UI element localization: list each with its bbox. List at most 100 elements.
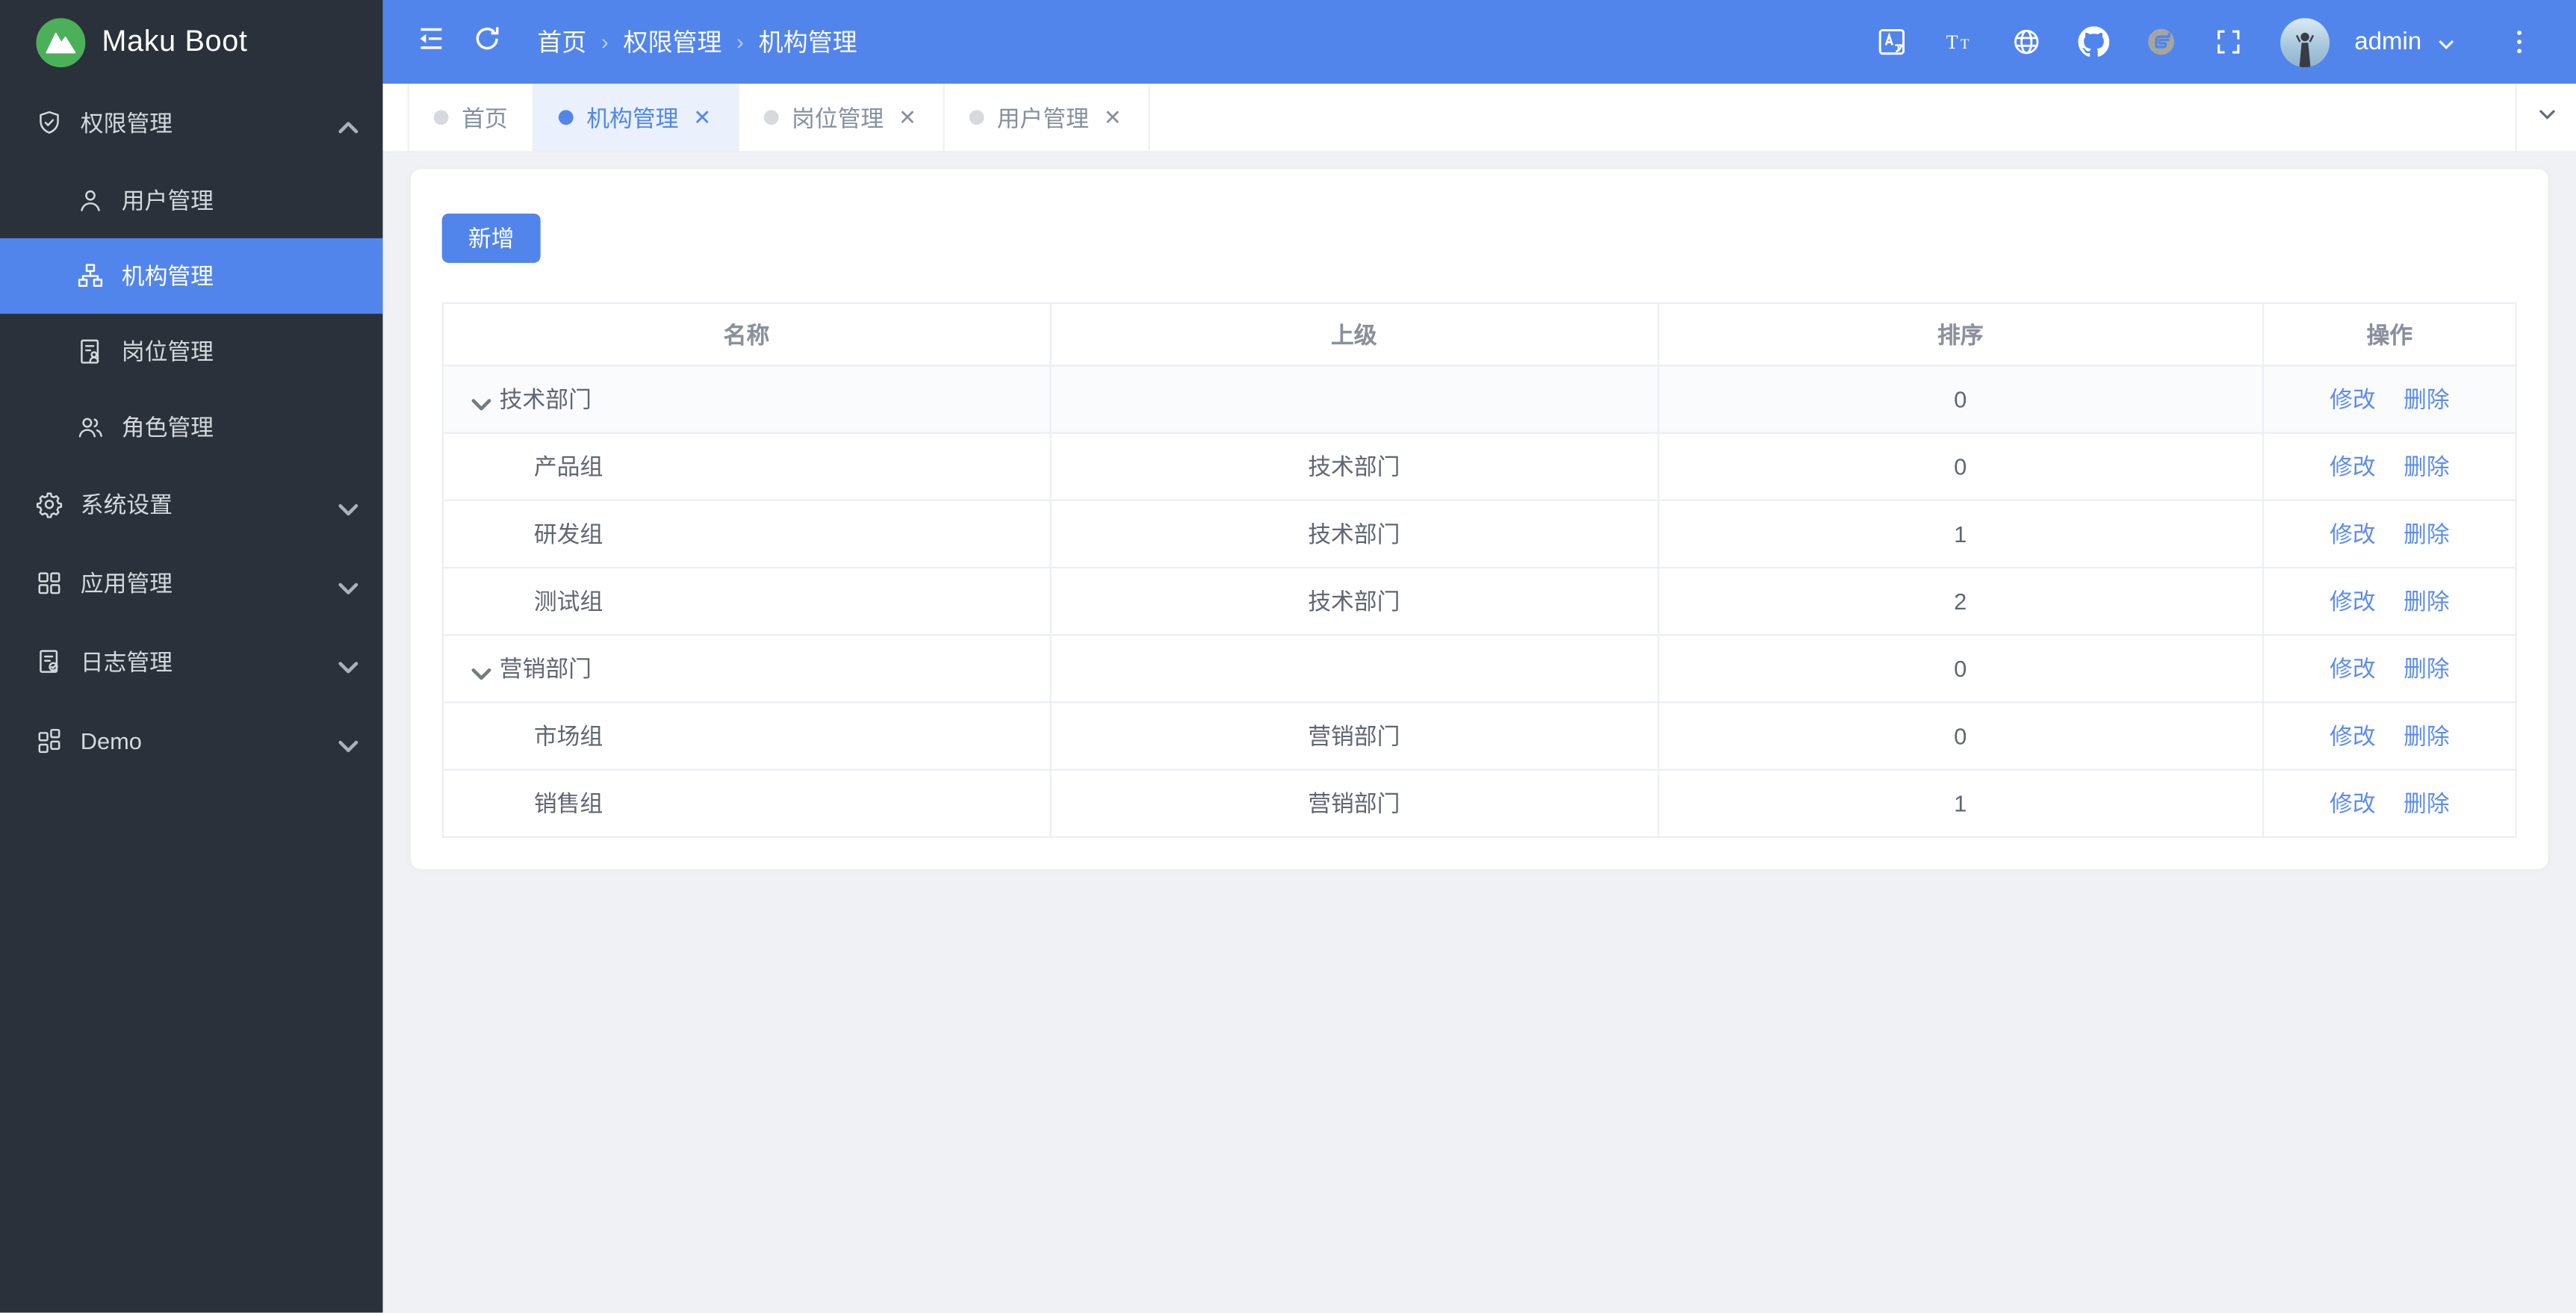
tab-label: 机构管理 — [586, 104, 679, 131]
delete-link[interactable]: 删除 — [2403, 450, 2450, 483]
user-menu-chevron-down-icon[interactable] — [2436, 32, 2456, 52]
main-column: 首页 › 权限管理 › 机构管理 T T admin 首页 机构管理 ✕ 岗位管… — [382, 0, 2576, 1313]
logo-mountain-icon — [36, 17, 86, 67]
gear-icon — [34, 489, 64, 519]
ops-cell: 修改 删除 — [2262, 634, 2517, 704]
parent-cell — [1049, 364, 1659, 434]
sidebar-menu: 权限管理 用户管理 机构管理 岗位管理 角色管理 系统设置应用管理日志管理 Demo — [0, 84, 383, 1312]
fullscreen-icon[interactable] — [2200, 14, 2256, 70]
sidebar-item-logs[interactable]: 日志管理 — [0, 623, 383, 702]
tab-close-icon[interactable]: ✕ — [897, 105, 918, 130]
breadcrumb-separator-icon: › — [736, 29, 744, 55]
table-row: 技术部门 0 修改 删除 — [441, 364, 2517, 434]
org-name-text: 技术部门 — [499, 385, 592, 413]
tab-user[interactable]: 用户管理 ✕ — [944, 84, 1150, 152]
translate-icon[interactable] — [1863, 14, 1919, 70]
sidebar-item-label: 日志管理 — [80, 648, 173, 676]
more-options-icon[interactable] — [2491, 14, 2547, 70]
edit-link[interactable]: 修改 — [2330, 450, 2376, 483]
sort-cell: 1 — [1657, 499, 2265, 569]
breadcrumb-item[interactable]: 首页 — [537, 25, 586, 59]
tab-org[interactable]: 机构管理 ✕ — [533, 84, 739, 152]
sidebar-item-user[interactable]: 用户管理 — [0, 163, 383, 238]
org-name: 研发组 — [444, 518, 1049, 550]
edit-link[interactable]: 修改 — [2330, 652, 2376, 685]
tab-close-icon[interactable]: ✕ — [692, 105, 713, 130]
tab-close-icon[interactable]: ✕ — [1102, 105, 1123, 130]
expand-arrow-icon[interactable] — [467, 388, 491, 410]
delete-link[interactable]: 删除 — [2403, 787, 2450, 820]
user-avatar[interactable] — [2280, 17, 2330, 67]
sort-cell: 0 — [1657, 432, 2265, 501]
org-name-text: 测试组 — [533, 588, 603, 615]
delete-link[interactable]: 删除 — [2403, 383, 2450, 416]
parent-cell: 技术部门 — [1049, 432, 1659, 501]
org-icon — [75, 261, 105, 291]
delete-link[interactable]: 删除 — [2403, 719, 2450, 752]
breadcrumb-item[interactable]: 权限管理 — [623, 25, 721, 59]
font-size-icon[interactable]: T T — [1931, 14, 1987, 70]
table-header-row: 名称 上级 排序 操作 — [441, 302, 2517, 367]
edit-link[interactable]: 修改 — [2330, 585, 2376, 618]
fold-icon — [415, 22, 446, 62]
expand-arrow-icon[interactable] — [467, 658, 491, 680]
chevron-down-icon — [2536, 102, 2557, 132]
app-logo[interactable]: Maku Boot — [0, 0, 383, 84]
topbar: 首页 › 权限管理 › 机构管理 T T admin — [382, 0, 2576, 84]
username[interactable]: admin — [2354, 28, 2421, 55]
edit-link[interactable]: 修改 — [2330, 518, 2376, 550]
sidebar-item-apps[interactable]: 应用管理 — [0, 544, 383, 623]
tab-home[interactable]: 首页 — [407, 84, 534, 152]
sort-cell: 0 — [1657, 701, 2265, 771]
sidebar: Maku Boot 权限管理 用户管理 机构管理 岗位管理 角色管理 系统设置应用管理日志… — [0, 0, 383, 1313]
edit-link[interactable]: 修改 — [2330, 719, 2376, 752]
sidebar-item-demo[interactable]: Demo — [0, 701, 383, 780]
breadcrumb-item[interactable]: 机构管理 — [759, 25, 857, 59]
sidebar-item-label: 应用管理 — [80, 570, 173, 597]
refresh-icon — [471, 22, 502, 62]
org-name-text: 研发组 — [533, 521, 603, 547]
tab-label: 用户管理 — [996, 104, 1089, 131]
tabbar: 首页 机构管理 ✕ 岗位管理 ✕ 用户管理 ✕ — [382, 84, 2576, 153]
row-actions: 修改 删除 — [2264, 652, 2515, 685]
add-button[interactable]: 新增 — [441, 213, 541, 263]
org-name-text: 营销部门 — [499, 655, 592, 682]
tabs-dropdown-button[interactable] — [2515, 84, 2576, 152]
name-cell-container: 测试组 — [441, 566, 1052, 636]
sidebar-item-org[interactable]: 机构管理 — [0, 238, 383, 314]
log-icon — [34, 648, 64, 677]
org-name: 销售组 — [444, 787, 1049, 820]
github-icon[interactable] — [2065, 14, 2121, 70]
parent-cell: 营销部门 — [1049, 701, 1659, 771]
org-name: 营销部门 — [444, 652, 1049, 685]
sidebar-item-role[interactable]: 角色管理 — [0, 389, 383, 465]
tab-label: 首页 — [462, 104, 508, 131]
svg-text:T: T — [1946, 31, 1958, 53]
delete-link[interactable]: 删除 — [2403, 585, 2450, 618]
refresh-button[interactable] — [459, 14, 515, 70]
edit-link[interactable]: 修改 — [2330, 787, 2376, 820]
sidebar-item-permission[interactable]: 权限管理 — [0, 84, 383, 163]
sidebar-item-post[interactable]: 岗位管理 — [0, 314, 383, 389]
collapse-sidebar-button[interactable] — [403, 14, 459, 70]
sort-cell: 0 — [1657, 364, 2265, 434]
edit-link[interactable]: 修改 — [2330, 383, 2376, 416]
delete-link[interactable]: 删除 — [2403, 518, 2450, 550]
row-actions: 修改 删除 — [2264, 450, 2515, 483]
app-title: Maku Boot — [102, 24, 248, 58]
breadcrumb-separator-icon: › — [601, 29, 609, 55]
tab-post[interactable]: 岗位管理 ✕ — [739, 84, 945, 152]
table-row: 产品组 技术部门 0 修改 删除 — [441, 432, 2517, 501]
org-name-text: 市场组 — [533, 722, 603, 750]
delete-link[interactable]: 删除 — [2403, 652, 2450, 685]
ops-cell: 修改 删除 — [2262, 769, 2517, 838]
org-table-wrap: 名称 上级 排序 操作 技术部门 0 修改 删除 产品组 技术部门 0 修改 删除 研发组 技术部门 1 修改… — [441, 302, 2517, 838]
table-body: 技术部门 0 修改 删除 产品组 技术部门 0 修改 删除 研发组 技术部门 1 修改 删除 测试组 技术部门… — [441, 364, 2517, 838]
sort-cell: 0 — [1657, 634, 2265, 704]
role-icon — [75, 412, 105, 442]
name-cell-container: 研发组 — [441, 499, 1052, 569]
sidebar-item-system[interactable]: 系统设置 — [0, 465, 383, 544]
gitee-icon[interactable] — [2132, 14, 2188, 70]
row-actions: 修改 删除 — [2264, 787, 2515, 820]
language-globe-icon[interactable] — [1998, 14, 2054, 70]
